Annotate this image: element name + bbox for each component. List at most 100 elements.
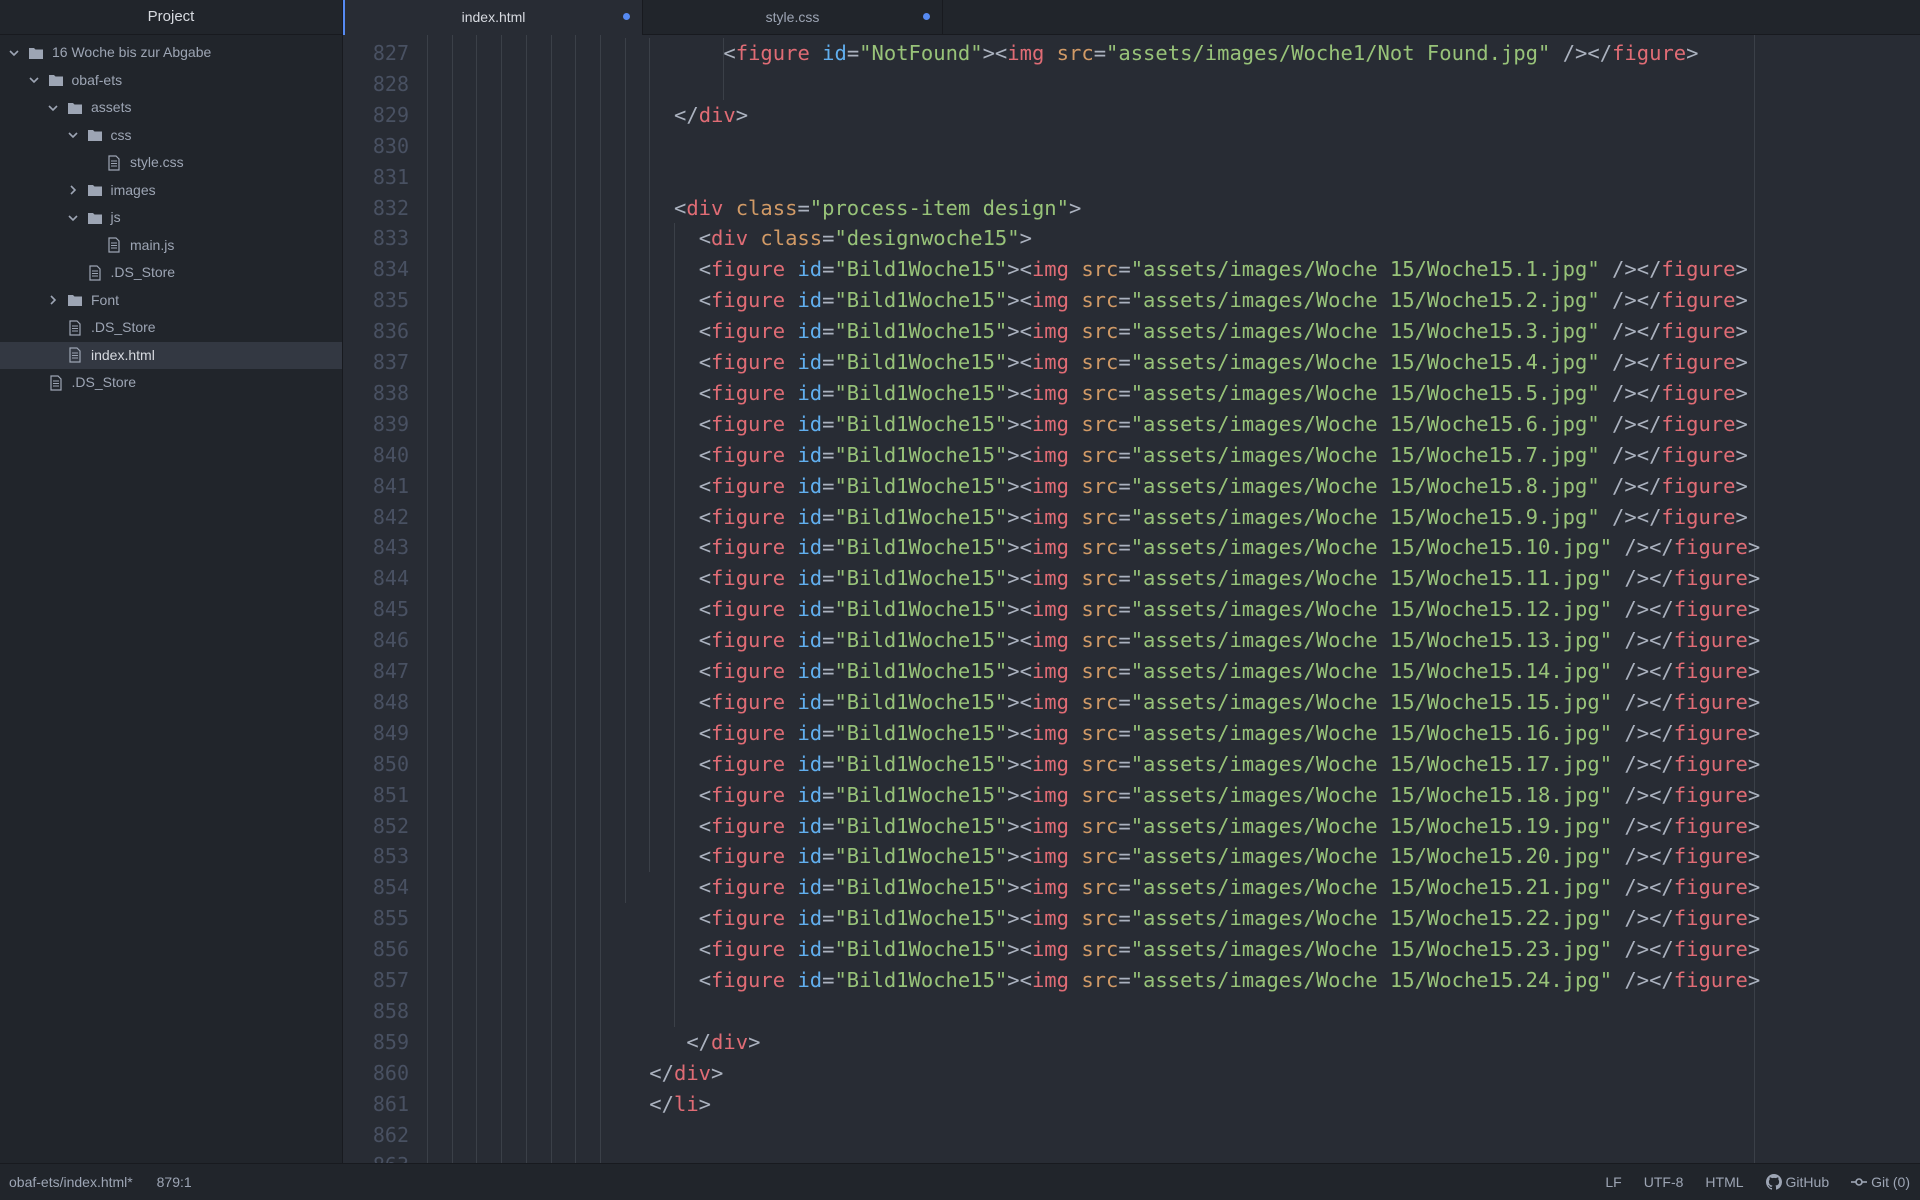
chevron-down-icon[interactable] (28, 74, 40, 86)
line-number[interactable]: 845 (373, 594, 409, 625)
code-line[interactable]: <figure id="Bild1Woche15"><img src="asse… (699, 471, 1748, 502)
status-git-button[interactable]: Git (0) (1851, 1164, 1910, 1200)
line-number[interactable]: 862 (373, 1120, 409, 1151)
status-line-ending[interactable]: LF (1605, 1164, 1621, 1200)
code-line[interactable]: <figure id="NotFound"><img src="assets/i… (723, 38, 1698, 69)
code-line[interactable]: <div class="process-item design"> (674, 193, 1081, 224)
modified-indicator-icon[interactable] (623, 13, 630, 20)
chevron-right-icon[interactable] (47, 294, 59, 306)
code-line[interactable]: <figure id="Bild1Woche15"><img src="asse… (699, 625, 1760, 656)
chevron-down-icon[interactable] (8, 47, 20, 59)
code-line[interactable]: <figure id="Bild1Woche15"><img src="asse… (699, 718, 1760, 749)
line-number[interactable]: 857 (373, 965, 409, 996)
tree-file[interactable]: index.html (0, 341, 342, 369)
line-number[interactable]: 850 (373, 749, 409, 780)
line-number[interactable]: 856 (373, 934, 409, 965)
line-number[interactable]: 838 (373, 378, 409, 409)
tree-folder[interactable]: js (0, 204, 342, 232)
line-number[interactable]: 858 (373, 996, 409, 1027)
tree-file[interactable]: .DS_Store (0, 369, 342, 397)
code-line[interactable]: </li> (649, 1089, 711, 1120)
code-line[interactable]: <figure id="Bild1Woche15"><img src="asse… (699, 254, 1748, 285)
status-file-path[interactable]: obaf-ets/index.html* (9, 1174, 133, 1190)
code-line[interactable]: <figure id="Bild1Woche15"><img src="asse… (699, 347, 1748, 378)
line-number[interactable]: 859 (373, 1027, 409, 1058)
tree-folder[interactable]: css (0, 122, 342, 150)
chevron-down-icon[interactable] (67, 129, 79, 141)
text-editor[interactable]: 827 828 829 830 831 832 833 834 835 836 837 838 839 8… (343, 35, 1920, 1164)
status-encoding[interactable]: UTF-8 (1644, 1164, 1684, 1200)
tab-style-css[interactable]: style.css (643, 0, 943, 34)
line-number[interactable]: 831 (373, 162, 409, 193)
tree-file[interactable]: .DS_Store (0, 259, 342, 287)
line-number[interactable]: 837 (373, 347, 409, 378)
line-number[interactable]: 834 (373, 254, 409, 285)
code-line[interactable]: <figure id="Bild1Woche15"><img src="asse… (699, 780, 1760, 811)
line-number[interactable]: 854 (373, 872, 409, 903)
chevron-down-icon[interactable] (47, 102, 59, 114)
tree-folder[interactable]: images (0, 177, 342, 205)
code-line[interactable]: <figure id="Bild1Woche15"><img src="asse… (699, 656, 1760, 687)
code-line[interactable]: <figure id="Bild1Woche15"><img src="asse… (699, 687, 1760, 718)
line-number[interactable]: 863 (373, 1150, 409, 1164)
status-grammar[interactable]: HTML (1705, 1164, 1743, 1200)
line-number[interactable]: 832 (373, 193, 409, 224)
line-number[interactable]: 828 (373, 69, 409, 100)
line-number[interactable]: 848 (373, 687, 409, 718)
code-line[interactable]: <figure id="Bild1Woche15"><img src="asse… (699, 811, 1760, 842)
line-number[interactable]: 851 (373, 780, 409, 811)
line-number[interactable]: 860 (373, 1058, 409, 1089)
line-number[interactable]: 841 (373, 471, 409, 502)
code-line[interactable]: <figure id="Bild1Woche15"><img src="asse… (699, 872, 1760, 903)
line-number[interactable]: 853 (373, 841, 409, 872)
code-line[interactable]: <figure id="Bild1Woche15"><img src="asse… (699, 316, 1748, 347)
code-line[interactable]: <figure id="Bild1Woche15"><img src="asse… (699, 440, 1748, 471)
status-cursor-position[interactable]: 879:1 (157, 1174, 192, 1190)
code-line[interactable]: </div> (649, 1058, 723, 1089)
line-number[interactable]: 840 (373, 440, 409, 471)
line-number[interactable]: 861 (373, 1089, 409, 1120)
line-number[interactable]: 835 (373, 285, 409, 316)
code-line[interactable]: </div> (674, 100, 748, 131)
line-number[interactable]: 829 (373, 100, 409, 131)
status-github-button[interactable]: GitHub (1765, 1164, 1829, 1200)
tree-folder[interactable]: assets (0, 94, 342, 122)
line-number[interactable]: 839 (373, 409, 409, 440)
line-number[interactable]: 855 (373, 903, 409, 934)
tree-folder[interactable]: obaf-ets (0, 67, 342, 95)
line-number[interactable]: 833 (373, 223, 409, 254)
line-number[interactable]: 842 (373, 502, 409, 533)
line-number[interactable]: 843 (373, 532, 409, 563)
tree-file[interactable]: .DS_Store (0, 314, 342, 342)
tree-file[interactable]: style.css (0, 149, 342, 177)
line-number[interactable]: 847 (373, 656, 409, 687)
code-area[interactable]: <figure id="NotFound"><img src="assets/i… (421, 35, 1920, 1164)
line-number[interactable]: 827 (373, 38, 409, 69)
code-line[interactable]: <figure id="Bild1Woche15"><img src="asse… (699, 903, 1760, 934)
line-number[interactable]: 846 (373, 625, 409, 656)
code-line[interactable]: <figure id="Bild1Woche15"><img src="asse… (699, 378, 1748, 409)
line-number[interactable]: 852 (373, 811, 409, 842)
code-line[interactable]: </div> (686, 1027, 760, 1058)
line-number[interactable]: 849 (373, 718, 409, 749)
code-line[interactable]: <figure id="Bild1Woche15"><img src="asse… (699, 502, 1748, 533)
modified-indicator-icon[interactable] (923, 13, 930, 20)
code-line[interactable]: <div class="designwoche15"> (699, 223, 1032, 254)
tree-folder[interactable]: 16 Woche bis zur Abgabe (0, 39, 342, 67)
code-line[interactable]: <figure id="Bild1Woche15"><img src="asse… (699, 594, 1760, 625)
line-number[interactable]: 844 (373, 563, 409, 594)
line-number[interactable]: 830 (373, 131, 409, 162)
code-line[interactable]: <figure id="Bild1Woche15"><img src="asse… (699, 841, 1760, 872)
code-line[interactable]: <figure id="Bild1Woche15"><img src="asse… (699, 563, 1760, 594)
code-line[interactable]: <figure id="Bild1Woche15"><img src="asse… (699, 749, 1760, 780)
tree-folder[interactable]: Font (0, 287, 342, 315)
code-line[interactable]: <figure id="Bild1Woche15"><img src="asse… (699, 532, 1760, 563)
code-line[interactable]: <figure id="Bild1Woche15"><img src="asse… (699, 409, 1748, 440)
line-number[interactable]: 836 (373, 316, 409, 347)
code-line[interactable]: <figure id="Bild1Woche15"><img src="asse… (699, 934, 1760, 965)
tab-index-html[interactable]: index.html (343, 0, 643, 35)
code-line[interactable]: <figure id="Bild1Woche15"><img src="asse… (699, 965, 1760, 996)
tree-file[interactable]: main.js (0, 232, 342, 260)
chevron-down-icon[interactable] (67, 212, 79, 224)
chevron-right-icon[interactable] (67, 184, 79, 196)
